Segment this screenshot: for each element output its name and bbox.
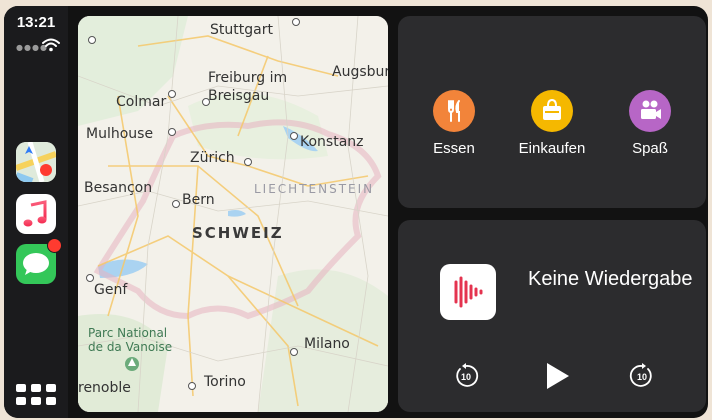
city-marker: [292, 18, 300, 26]
map-label-torino: Torino: [204, 374, 246, 390]
map-label-liechtenstein: LIECHTENSTEIN: [254, 182, 375, 196]
map-label-colmar: Colmar: [116, 94, 167, 110]
map-label-grenoble: renoble: [78, 380, 131, 396]
music-app-icon[interactable]: [16, 194, 56, 234]
status-indicators: ●●●●: [14, 38, 62, 52]
city-marker: [86, 274, 94, 282]
city-marker: [290, 348, 298, 356]
map-label-stuttgart: Stuttgart: [210, 22, 273, 38]
map-label-bern: Bern: [182, 192, 215, 208]
wifi-icon: [42, 38, 60, 52]
map-label-konstanz: Konstanz: [300, 134, 364, 150]
map-label-park-vanoise: Parc National de da Vanoise: [88, 326, 173, 354]
shopping-bag-icon: [531, 90, 573, 132]
map-label-besancon: Besançon: [84, 180, 153, 196]
suggestion-essen-button[interactable]: Essen: [404, 90, 504, 157]
svg-text:10: 10: [461, 372, 471, 382]
status-time: 13:21: [16, 14, 56, 31]
sidebar: 13:21 ●●●●: [4, 6, 68, 418]
city-marker: [172, 200, 180, 208]
play-button[interactable]: [542, 360, 572, 397]
skip-back-button[interactable]: 10: [452, 362, 480, 395]
map-label-freiburg: Freiburg im: [208, 70, 288, 86]
skip-forward-icon: 10: [629, 363, 652, 387]
city-marker: [202, 98, 210, 106]
map-label-breisgau: Breisgau: [208, 88, 270, 104]
skip-back-icon: 10: [456, 363, 479, 387]
messages-app-icon[interactable]: [16, 238, 62, 284]
suggestion-essen-label: Essen: [433, 140, 475, 157]
destination-suggestions-panel: Essen Einkaufen Spaß: [398, 16, 706, 208]
city-marker: [168, 128, 176, 136]
play-icon: [547, 363, 569, 389]
notification-badge: [47, 238, 62, 253]
suggestion-spass-button[interactable]: Spaß: [600, 90, 700, 157]
fork-knife-icon: [433, 90, 475, 132]
city-marker: [290, 132, 298, 140]
map-label-augsburg: Augsbur: [332, 64, 388, 80]
city-marker: [244, 158, 252, 166]
svg-text:10: 10: [637, 372, 647, 382]
map-label-genf: Genf: [94, 282, 128, 298]
carplay-screen: 13:21 ●●●● Stuttgart Augsbur Freiburg im…: [4, 6, 708, 418]
suggestion-spass-label: Spaß: [632, 140, 668, 157]
suggestion-einkaufen-button[interactable]: Einkaufen: [502, 90, 602, 157]
map-label-zurich: Zürich: [190, 150, 235, 166]
map-label-milano: Milano: [304, 336, 350, 352]
movie-camera-icon: [629, 90, 671, 132]
maps-app-icon[interactable]: [16, 142, 56, 182]
city-marker: [168, 90, 176, 98]
skip-forward-button[interactable]: 10: [628, 362, 656, 395]
now-playing-title: Keine Wiedergabe: [528, 268, 693, 290]
map-label-mulhouse: Mulhouse: [86, 126, 154, 142]
map-view[interactable]: Stuttgart Augsbur Freiburg im Breisgau C…: [78, 16, 388, 412]
map-label-schweiz: SCHWEIZ: [192, 224, 284, 242]
city-marker: [88, 36, 96, 44]
city-marker: [188, 382, 196, 390]
now-playing-panel: Keine Wiedergabe 10 10: [398, 220, 706, 412]
suggestion-einkaufen-label: Einkaufen: [518, 140, 586, 157]
app-grid-button[interactable]: [16, 384, 58, 406]
podcast-artwork-icon[interactable]: [440, 264, 496, 320]
